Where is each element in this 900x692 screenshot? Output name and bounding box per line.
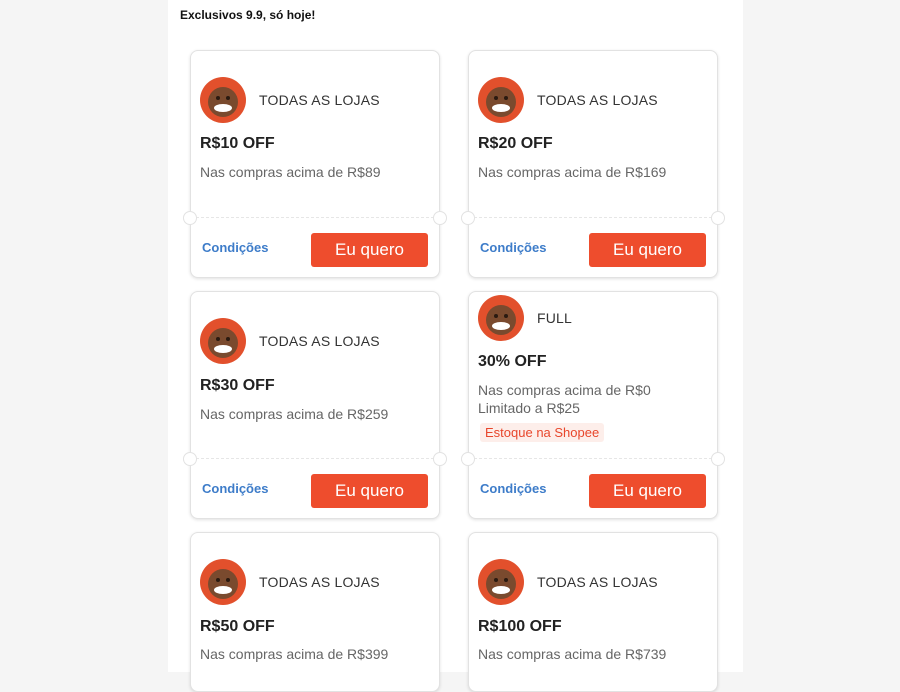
coupon-description: Nas compras acima de R$0 <box>478 382 651 398</box>
coupon-title: R$50 OFF <box>200 618 275 635</box>
store-avatar <box>478 77 524 123</box>
ticket-notch <box>183 211 197 225</box>
divider <box>191 458 439 459</box>
stock-badge: Estoque na Shopee <box>480 423 605 442</box>
coupon-title: 30% OFF <box>478 353 547 370</box>
coupon-card: TODAS AS LOJAS R$30 OFF Nas compras acim… <box>183 291 447 519</box>
store-name: TODAS AS LOJAS <box>537 92 658 108</box>
claim-button[interactable]: Eu quero <box>311 233 428 267</box>
conditions-link[interactable]: Condições <box>202 481 268 496</box>
coupon-description: Nas compras acima de R$89 <box>200 164 381 180</box>
coupon-description: Nas compras acima de R$259 <box>200 406 389 422</box>
store-brand: FULL <box>478 295 572 341</box>
store-brand: TODAS AS LOJAS <box>200 559 380 605</box>
store-avatar <box>478 295 524 341</box>
claim-button[interactable]: Eu quero <box>311 474 428 508</box>
ticket-notch <box>711 211 725 225</box>
coupon-title: R$10 OFF <box>200 135 275 152</box>
ticket-notch <box>433 211 447 225</box>
divider <box>469 217 717 218</box>
coupon-page: Exclusivos 9.9, só hoje! TODAS AS LOJAS … <box>168 0 743 692</box>
store-brand: TODAS AS LOJAS <box>200 77 380 123</box>
coupon-title: R$100 OFF <box>478 618 562 635</box>
store-avatar <box>478 559 524 605</box>
ticket-notch <box>183 452 197 466</box>
coupon-card: TODAS AS LOJAS R$20 OFF Nas compras acim… <box>461 50 725 278</box>
store-brand: TODAS AS LOJAS <box>478 77 658 123</box>
store-avatar <box>200 559 246 605</box>
store-avatar <box>200 318 246 364</box>
divider <box>191 217 439 218</box>
page-title: Exclusivos 9.9, só hoje! <box>180 8 316 22</box>
ticket-notch <box>461 211 475 225</box>
coupon-card: TODAS AS LOJAS R$10 OFF Nas compras acim… <box>183 50 447 278</box>
coupon-card: TODAS AS LOJAS R$100 OFF Nas compras aci… <box>468 532 718 692</box>
ticket-notch <box>433 452 447 466</box>
coupon-card: TODAS AS LOJAS R$50 OFF Nas compras acim… <box>190 532 440 692</box>
ticket-notch <box>461 452 475 466</box>
ticket-notch <box>711 452 725 466</box>
conditions-link[interactable]: Condições <box>480 240 546 255</box>
coupon-description: Nas compras acima de R$169 <box>478 164 667 180</box>
claim-button[interactable]: Eu quero <box>589 474 706 508</box>
store-brand: TODAS AS LOJAS <box>200 318 380 364</box>
store-name: TODAS AS LOJAS <box>259 92 380 108</box>
coupon-description: Nas compras acima de R$739 <box>478 646 667 662</box>
store-name: TODAS AS LOJAS <box>259 574 380 590</box>
store-brand: TODAS AS LOJAS <box>478 559 658 605</box>
coupon-title: R$20 OFF <box>478 135 553 152</box>
store-name: TODAS AS LOJAS <box>259 333 380 349</box>
store-name: TODAS AS LOJAS <box>537 574 658 590</box>
conditions-link[interactable]: Condições <box>202 240 268 255</box>
store-avatar <box>200 77 246 123</box>
claim-button[interactable]: Eu quero <box>589 233 706 267</box>
coupon-title: R$30 OFF <box>200 377 275 394</box>
store-name: FULL <box>537 310 573 326</box>
coupon-description: Nas compras acima de R$399 <box>200 646 389 662</box>
coupon-card: FULL 30% OFF Nas compras acima de R$0 Li… <box>461 291 725 519</box>
divider <box>469 458 717 459</box>
coupon-limit: Limitado a R$25 <box>478 400 580 416</box>
conditions-link[interactable]: Condições <box>480 481 546 496</box>
